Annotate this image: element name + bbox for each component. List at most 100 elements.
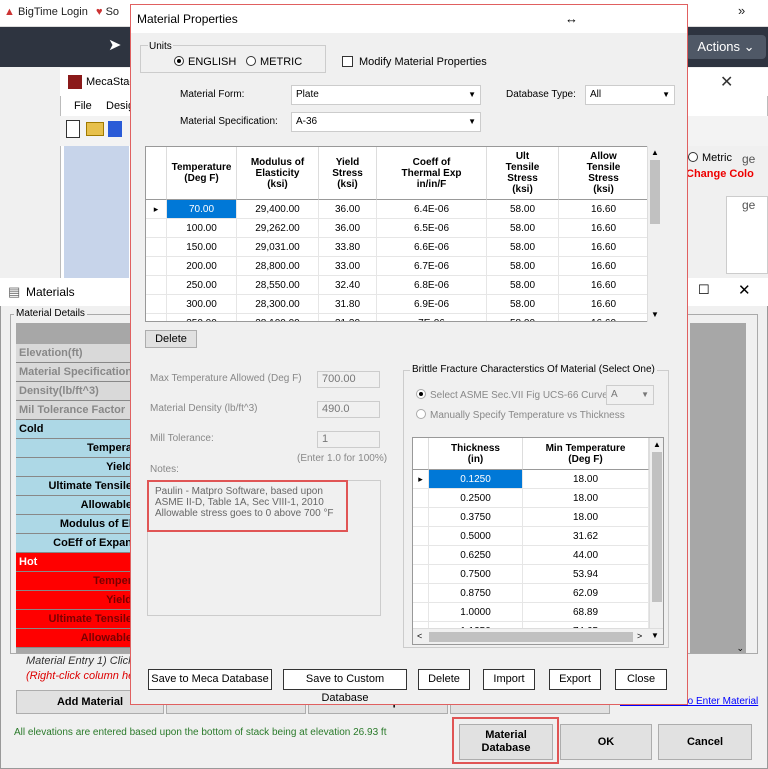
scroll-down-icon[interactable]: ⌄ — [736, 643, 744, 654]
table-cell[interactable]: 31.62 — [523, 527, 649, 546]
table-cell[interactable]: 58.00 — [487, 238, 559, 257]
delete-button[interactable]: Delete — [418, 669, 470, 690]
row-header[interactable] — [146, 219, 167, 238]
modify-material-checkbox[interactable]: Modify Material Properties — [342, 56, 487, 68]
table-cell[interactable]: 0.7500 — [429, 565, 523, 584]
save-icon[interactable] — [108, 121, 122, 137]
row-header[interactable] — [413, 584, 429, 603]
row-header[interactable] — [413, 565, 429, 584]
database-type-select[interactable]: All ▼ — [585, 85, 675, 105]
mill-tolerance-field[interactable]: 1 — [317, 431, 380, 448]
row-header[interactable] — [413, 508, 429, 527]
table-cell[interactable]: 300.00 — [167, 295, 237, 314]
table-cell[interactable]: 6.7E-06 — [377, 257, 487, 276]
table-cell[interactable]: 70.00 — [167, 200, 237, 219]
table-cell[interactable]: 58.00 — [487, 276, 559, 295]
scroll-right-icon[interactable]: > — [637, 631, 642, 641]
table-cell[interactable]: 200.00 — [167, 257, 237, 276]
table-cell[interactable]: 58.00 — [487, 200, 559, 219]
table-cell[interactable]: 16.60 — [559, 295, 649, 314]
row-header[interactable] — [413, 603, 429, 622]
ucs66-radio[interactable]: Select ASME Sec.VII Fig UCS-66 Curve — [416, 389, 608, 401]
close-icon[interactable]: ✕ — [738, 281, 751, 299]
table-cell[interactable]: 31.80 — [319, 295, 377, 314]
scroll-left-icon[interactable]: < — [417, 631, 422, 641]
scroll-thumb[interactable] — [652, 452, 662, 602]
save-meca-db-button[interactable]: Save to Meca Database — [148, 669, 272, 690]
thickness-hscroll[interactable]: < > ▼ — [413, 628, 663, 644]
bookmark-so[interactable]: ♥ So — [96, 6, 119, 18]
table-cell[interactable]: 0.5000 — [429, 527, 523, 546]
cancel-button[interactable]: Cancel — [658, 724, 752, 760]
table-cell[interactable]: 0.2500 — [429, 489, 523, 508]
table-cell[interactable]: 29,400.00 — [237, 200, 319, 219]
table-cell[interactable]: 58.00 — [487, 219, 559, 238]
max-temp-field[interactable]: 700.00 — [317, 371, 380, 388]
row-header[interactable] — [146, 295, 167, 314]
table-cell[interactable]: 16.60 — [559, 276, 649, 295]
table-cell[interactable]: 33.80 — [319, 238, 377, 257]
table-cell[interactable]: 44.00 — [523, 546, 649, 565]
row-header[interactable] — [146, 238, 167, 257]
table-cell[interactable]: 250.00 — [167, 276, 237, 295]
table-cell[interactable]: 58.00 — [487, 314, 559, 321]
row-header[interactable]: ▸ — [146, 200, 167, 219]
thickness-table[interactable]: Thickness (in) Min Temperature (Deg F) ▸… — [412, 437, 664, 645]
open-folder-icon[interactable] — [86, 122, 104, 136]
table-scrollbar[interactable]: ▲ ▼ — [647, 146, 662, 322]
metric-radio[interactable]: METRIC — [246, 56, 302, 68]
table-cell[interactable]: 28,300.00 — [237, 295, 319, 314]
close-icon[interactable]: ✕ — [720, 72, 733, 92]
row-header[interactable]: ▸ — [413, 470, 429, 489]
table-cell[interactable]: 6.4E-06 — [377, 200, 487, 219]
row-header[interactable] — [146, 257, 167, 276]
scroll-thumb[interactable] — [650, 160, 660, 224]
scroll-thumb[interactable] — [429, 632, 633, 642]
scroll-up-icon[interactable]: ▲ — [651, 148, 659, 157]
table-cell[interactable]: 36.00 — [319, 219, 377, 238]
table-cell[interactable]: 6.9E-06 — [377, 295, 487, 314]
table-cell[interactable]: 53.94 — [523, 565, 649, 584]
table-cell[interactable]: 16.60 — [559, 200, 649, 219]
import-button[interactable]: Import — [483, 669, 535, 690]
table-cell[interactable]: 31.30 — [319, 314, 377, 321]
delete-row-button[interactable]: Delete — [145, 330, 197, 348]
table-cell[interactable]: 0.6250 — [429, 546, 523, 565]
material-form-select[interactable]: Plate ▼ — [291, 85, 481, 105]
manual-thickness-radio[interactable]: Manually Specify Temperature vs Thicknes… — [416, 409, 625, 421]
save-custom-db-button[interactable]: Save to Custom Database — [283, 669, 407, 704]
table-cell[interactable]: 29,031.00 — [237, 238, 319, 257]
table-cell[interactable]: 6.8E-06 — [377, 276, 487, 295]
export-button[interactable]: Export — [549, 669, 601, 690]
table-cell[interactable]: 18.00 — [523, 489, 649, 508]
maximize-icon[interactable]: ☐ — [698, 282, 710, 298]
table-cell[interactable]: 29,262.00 — [237, 219, 319, 238]
table-cell[interactable]: 1.0000 — [429, 603, 523, 622]
scroll-down-icon[interactable]: ▼ — [651, 631, 659, 640]
metric-radio[interactable]: Metric — [688, 152, 732, 164]
new-file-icon[interactable] — [66, 120, 80, 138]
table-cell[interactable]: 36.00 — [319, 200, 377, 219]
table-cell[interactable]: 16.60 — [559, 257, 649, 276]
table-cell[interactable]: 28,100.00 — [237, 314, 319, 321]
ok-button[interactable]: OK — [560, 724, 652, 760]
bookmark-bigtime[interactable]: ▲ BigTime Login — [4, 6, 88, 18]
table-cell[interactable]: 150.00 — [167, 238, 237, 257]
thickness-vscroll[interactable]: ▲ — [649, 438, 663, 628]
curve-select[interactable]: A ▼ — [606, 385, 654, 405]
table-cell[interactable]: 33.00 — [319, 257, 377, 276]
menu-file[interactable]: File — [74, 100, 92, 112]
table-cell[interactable]: 16.60 — [559, 314, 649, 321]
table-cell[interactable]: 18.00 — [523, 470, 649, 489]
table-cell[interactable]: 16.60 — [559, 219, 649, 238]
resize-icon[interactable]: ↔ — [565, 5, 578, 33]
close-button[interactable]: Close — [615, 669, 667, 690]
table-cell[interactable]: 0.1250 — [429, 470, 523, 489]
table-cell[interactable]: 32.40 — [319, 276, 377, 295]
table-cell[interactable]: 6.5E-06 — [377, 219, 487, 238]
table-cell[interactable]: 0.8750 — [429, 584, 523, 603]
scroll-up-icon[interactable]: ▲ — [653, 440, 661, 449]
actions-button[interactable]: Actions ⌄ — [686, 35, 766, 59]
table-cell[interactable]: 350.00 — [167, 314, 237, 321]
table-cell[interactable]: 28,800.00 — [237, 257, 319, 276]
